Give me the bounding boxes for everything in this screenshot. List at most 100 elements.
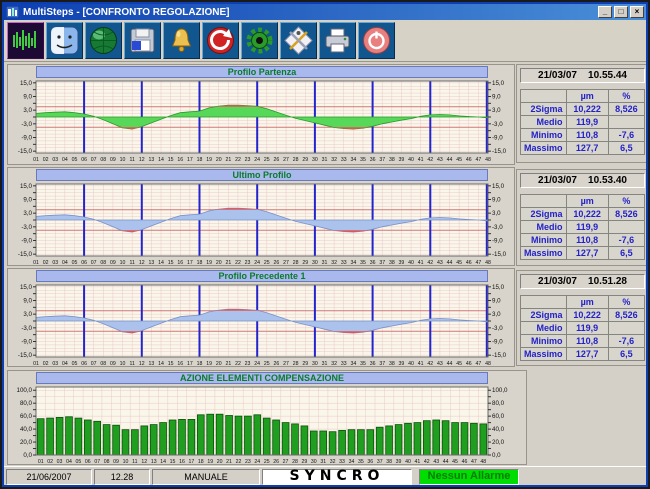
table-cell: 10,222 [566,208,608,221]
svg-text:28: 28 [292,459,298,465]
alarms-button[interactable] [163,22,200,59]
svg-text:23: 23 [245,361,251,367]
svg-text:46: 46 [462,459,468,465]
svg-text:18: 18 [197,260,203,266]
tools-button[interactable] [280,22,317,59]
svg-text:03: 03 [57,459,63,465]
table-row-label: Medio [521,116,567,129]
svg-text:31: 31 [320,459,326,465]
svg-text:-3,0: -3,0 [21,325,32,332]
svg-text:26: 26 [273,459,279,465]
settings-button[interactable] [241,22,278,59]
svg-text:60,0: 60,0 [20,413,33,420]
print-button[interactable] [319,22,356,59]
svg-text:44: 44 [447,157,453,163]
restore-button[interactable]: □ [614,6,628,18]
table-cell: 8,526 [608,103,644,116]
svg-text:08: 08 [100,157,106,163]
timestamp-ultimo: 21/03/07 10.53.40 [520,173,645,188]
svg-text:41: 41 [418,260,424,266]
timestamp-precedente: 21/03/07 10.51.28 [520,274,645,289]
svg-text:60,0: 60,0 [492,413,505,420]
svg-text:16: 16 [177,260,183,266]
svg-text:44: 44 [447,260,453,266]
svg-text:36: 36 [370,361,376,367]
svg-text:09: 09 [110,260,116,266]
save-icon [127,25,158,56]
status-bar: 21/06/2007 12.28 MANUALE SYNCRO Nessun A… [4,466,646,486]
svg-text:20: 20 [216,361,222,367]
svg-text:38: 38 [389,260,395,266]
table-cell [608,116,644,129]
svg-text:16: 16 [179,459,185,465]
svg-text:03: 03 [52,361,58,367]
svg-text:25: 25 [264,459,270,465]
table-row-label: Massimo [521,348,567,361]
svg-text:21: 21 [225,260,231,266]
svg-text:42: 42 [427,361,433,367]
svg-text:08: 08 [104,459,110,465]
profiles-button[interactable] [7,22,44,59]
svg-text:29: 29 [302,157,308,163]
svg-text:14: 14 [158,361,164,367]
table-cell: 10,222 [566,309,608,322]
network-button[interactable] [85,22,122,59]
svg-text:16: 16 [177,157,183,163]
table-row-label: 2Sigma [521,208,567,221]
svg-text:27: 27 [283,157,289,163]
svg-text:43: 43 [437,260,443,266]
svg-text:48: 48 [485,361,491,367]
minimize-button[interactable]: _ [598,6,612,18]
svg-text:07: 07 [91,157,97,163]
svg-text:42: 42 [427,157,433,163]
svg-text:40: 40 [408,361,414,367]
table-cell: 8,526 [608,208,644,221]
chart-title-profilo-partenza: Profilo Partenza [36,66,488,78]
svg-text:16: 16 [177,361,183,367]
brand-logo: SYNCRO [262,469,412,485]
svg-text:35: 35 [358,459,364,465]
table-cell: -7,6 [608,234,644,247]
svg-text:40,0: 40,0 [20,426,33,433]
svg-text:30: 30 [311,459,317,465]
svg-text:43: 43 [437,361,443,367]
exit-button[interactable] [358,22,395,59]
app-window: MultiSteps - [CONFRONTO REGOLAZIONE] _ □… [2,2,648,487]
svg-text:45: 45 [452,459,458,465]
svg-text:15,0: 15,0 [20,183,33,190]
svg-text:28: 28 [293,157,299,163]
table-row-label: Minimo [521,335,567,348]
svg-text:25: 25 [264,157,270,163]
table-row-label: Medio [521,322,567,335]
table-cell: -7,6 [608,129,644,142]
system-button[interactable] [46,22,83,59]
svg-text:01: 01 [38,459,44,465]
refresh-button[interactable] [202,22,239,59]
svg-text:48: 48 [485,157,491,163]
svg-text:03: 03 [52,260,58,266]
svg-text:-15,0: -15,0 [492,148,507,155]
table-row-label: Massimo [521,142,567,155]
svg-text:40: 40 [408,260,414,266]
svg-text:15: 15 [170,459,176,465]
svg-text:04: 04 [66,459,72,465]
svg-text:43: 43 [433,459,439,465]
svg-text:33: 33 [339,459,345,465]
table-header-cell: µm [566,90,608,103]
svg-text:15: 15 [168,260,174,266]
svg-text:20: 20 [216,260,222,266]
save-button[interactable] [124,22,161,59]
svg-text:37: 37 [379,157,385,163]
svg-text:32: 32 [331,361,337,367]
svg-text:12: 12 [139,157,145,163]
svg-text:9,0: 9,0 [492,196,501,203]
svg-text:17: 17 [187,260,193,266]
svg-text:22: 22 [235,361,241,367]
svg-text:38: 38 [389,361,395,367]
close-button[interactable]: × [630,6,644,18]
table-cell: 6,5 [608,348,644,361]
table-cell: 110,8 [566,129,608,142]
svg-text:46: 46 [466,157,472,163]
svg-text:15,0: 15,0 [492,284,505,291]
profilo-precedente-canvas: 15,015,09,09,03,03,0-3,0-3,0-9,0-9,0-15,… [8,283,513,367]
